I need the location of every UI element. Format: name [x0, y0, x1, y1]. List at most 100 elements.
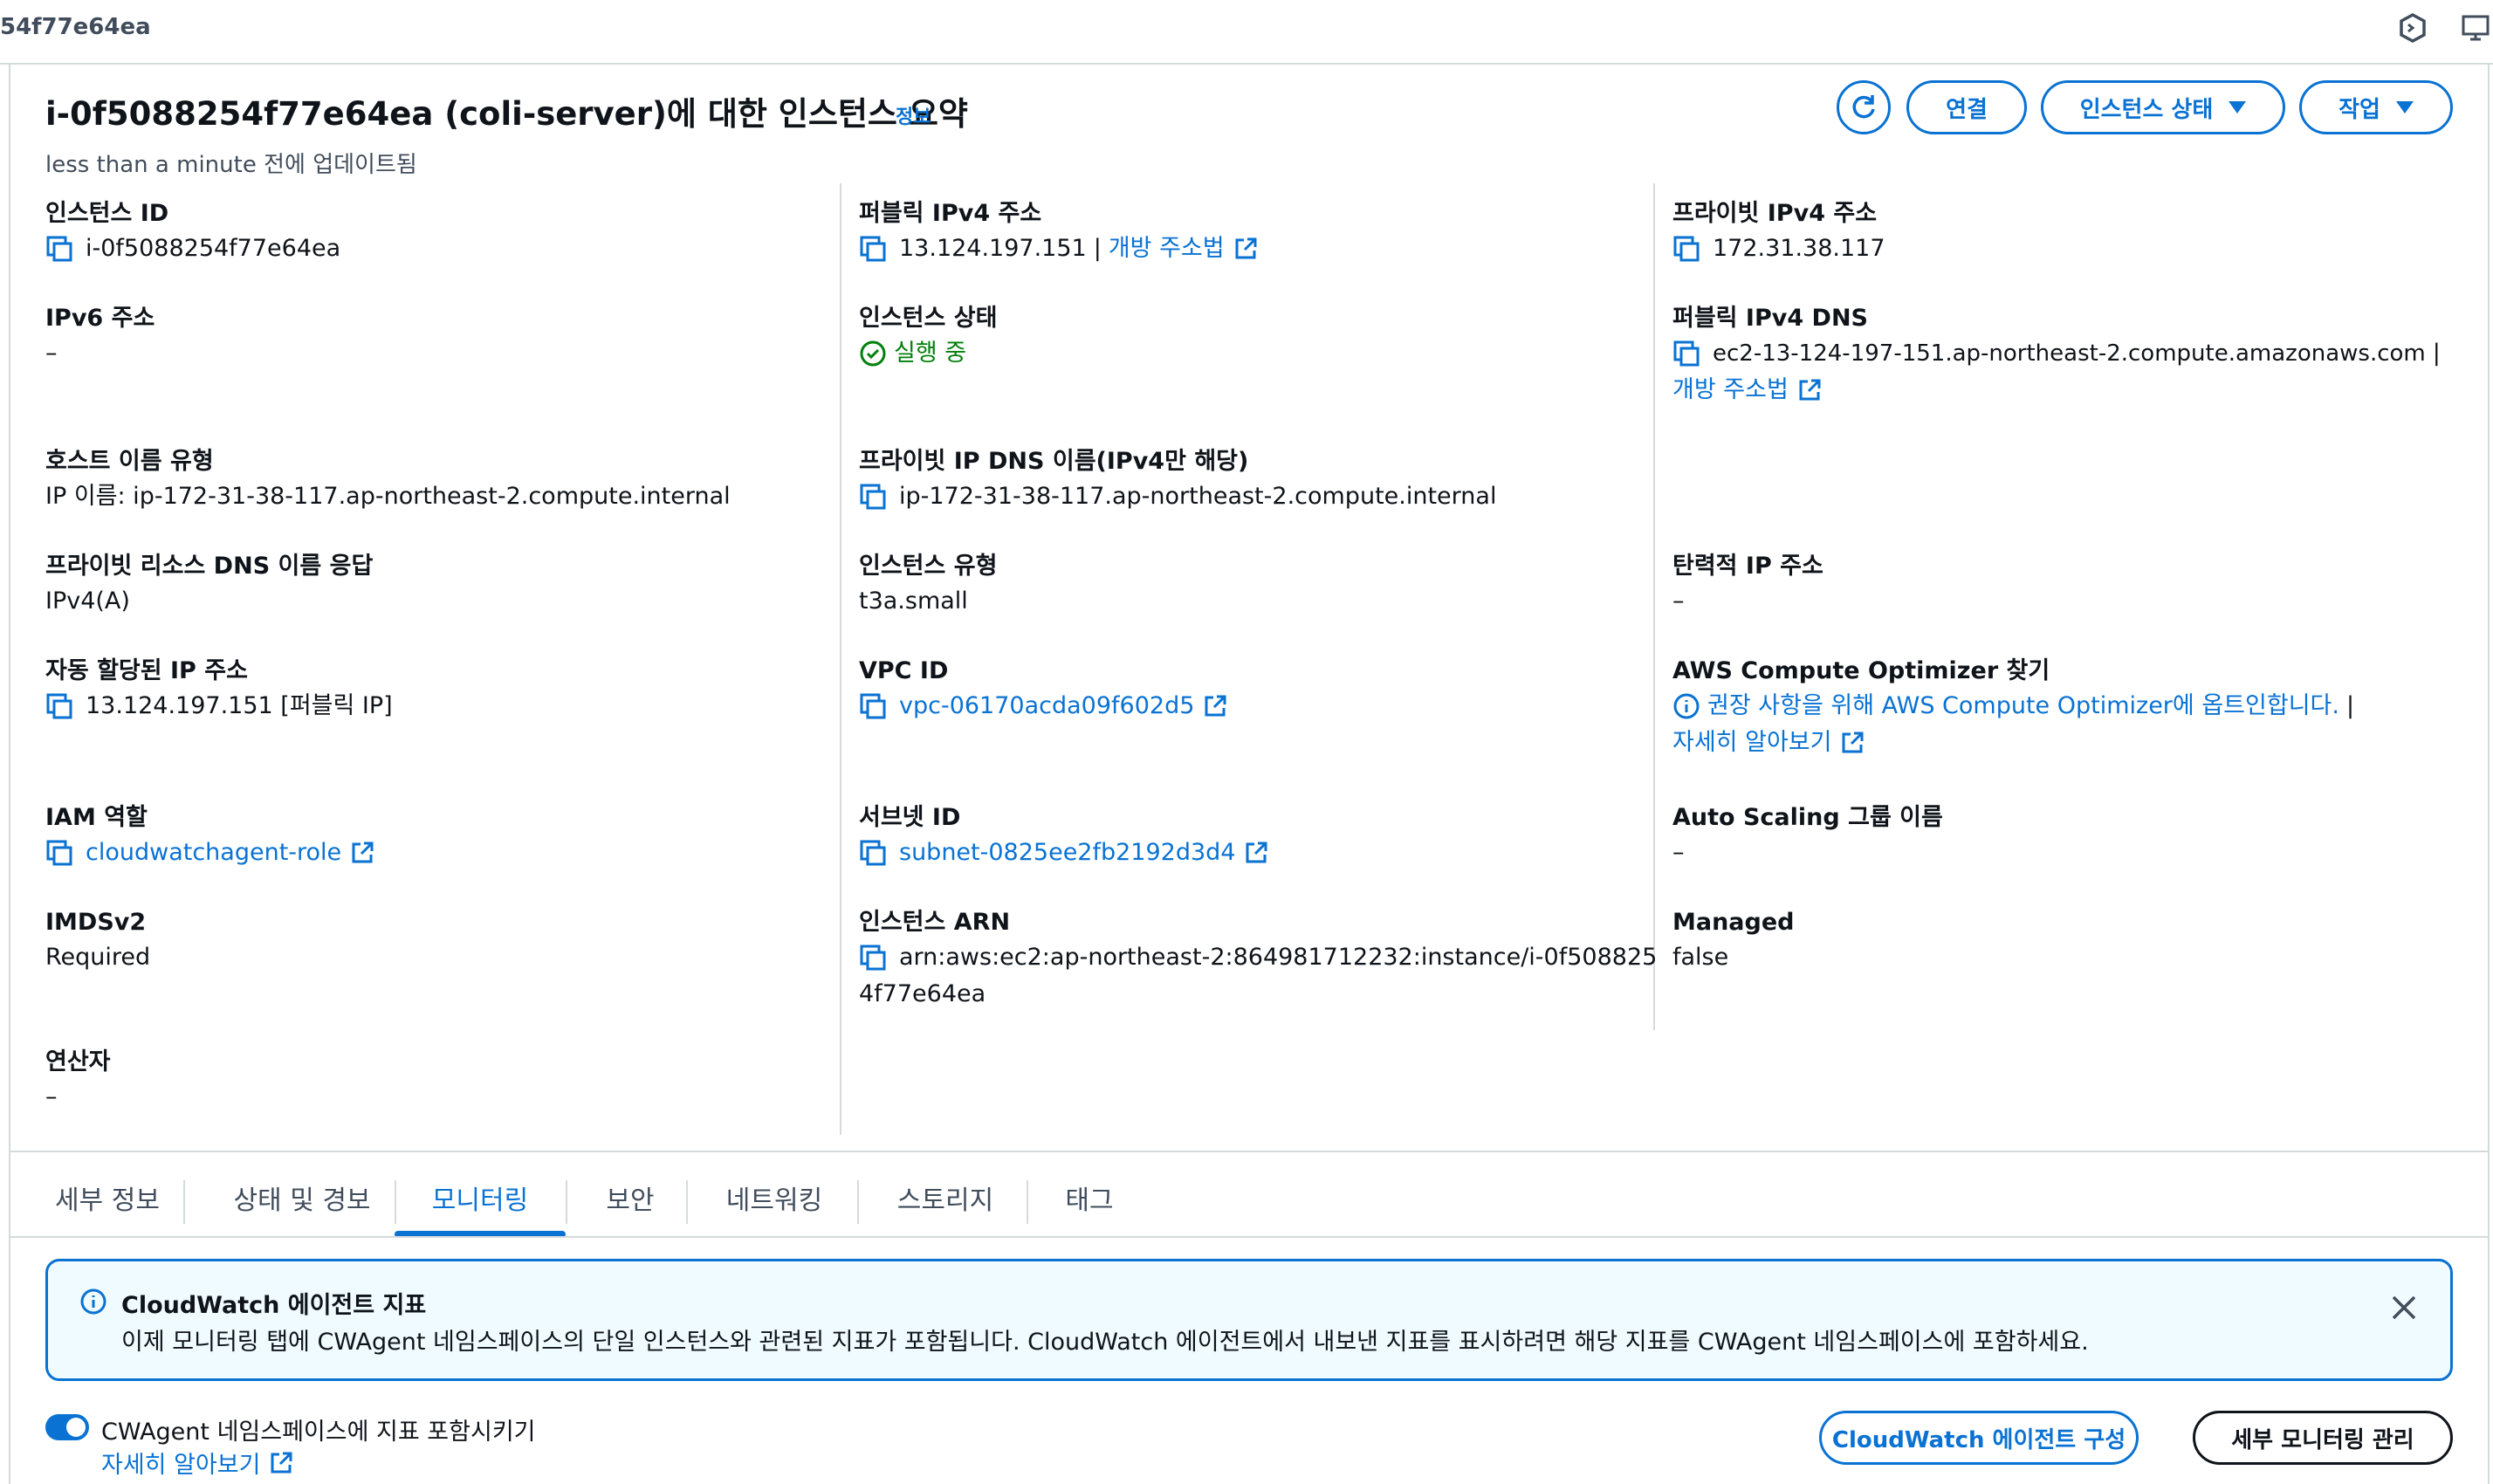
copy-icon[interactable] [859, 692, 887, 720]
column-divider [840, 183, 841, 1135]
field-label: 연산자 [45, 1048, 111, 1075]
actions-label: 작업 [2338, 96, 2380, 123]
subnet-id-link[interactable]: subnet-0825ee2fb2192d3d4 [899, 838, 1235, 868]
actions-dropdown[interactable]: 작업 [2299, 80, 2453, 134]
state-running: 실행 중 [894, 340, 967, 367]
tab-monitoring[interactable]: 모니터링 [395, 1158, 566, 1238]
field-value: t3a.small [859, 587, 968, 615]
field-value-cont: 4f77e64ea [859, 980, 986, 1007]
connect-button[interactable]: 연결 [1906, 80, 2027, 134]
field-private-ipv4: 프라이빗 IPv4 주소 172.31.38.117 [1672, 199, 1885, 264]
tab-separator [183, 1180, 185, 1224]
field-label: 프라이빗 IPv4 주소 [1672, 200, 1878, 227]
field-label: 인스턴스 ID [45, 200, 169, 227]
field-compute-optimizer: AWS Compute Optimizer 찾기 권장 사항을 위해 AWS C… [1672, 656, 2361, 758]
open-address-link[interactable]: 개방 주소법 [1109, 234, 1225, 264]
caret-down-icon [2395, 101, 2414, 113]
cloudwatch-agent-alert: CloudWatch 에이전트 지표 이제 모니터링 탭에 CWAgent 네임… [45, 1259, 2453, 1381]
copy-icon[interactable] [859, 483, 887, 511]
optimizer-opt-in-link[interactable]: 권장 사항을 위해 AWS Compute Optimizer에 옵트인합니다. [1707, 691, 2339, 721]
tab-details[interactable]: 세부 정보 [24, 1158, 190, 1238]
copy-icon[interactable] [859, 235, 887, 263]
cloudshell-icon[interactable] [2397, 12, 2428, 44]
learn-more-link[interactable]: 자세히 알아보기 [101, 1446, 260, 1480]
info-link[interactable]: 정보 [896, 101, 931, 129]
tab-separator [686, 1180, 688, 1224]
close-icon[interactable] [2389, 1293, 2419, 1323]
copy-icon[interactable] [859, 839, 887, 867]
toggle-label: CWAgent 네임스페이스에 지표 포함시키기 [101, 1419, 536, 1446]
field-value: Required [45, 944, 151, 971]
field-label: IMDSv2 [45, 909, 147, 936]
external-link-icon [352, 842, 374, 863]
field-label: 자동 할당된 IP 주소 [45, 657, 248, 684]
tab-status-alarms[interactable]: 상태 및 경보 [206, 1158, 398, 1238]
field-label: VPC ID [859, 657, 949, 684]
learn-more-link[interactable]: 자세히 알아보기 [1672, 728, 1831, 758]
field-value: 172.31.38.117 [1713, 235, 1885, 262]
field-label: 호스트 이름 유형 [45, 448, 214, 475]
tab-separator [566, 1180, 567, 1224]
field-hostname-type: 호스트 이름 유형 IP 이름: ip-172-31-38-117.ap-nor… [45, 447, 731, 512]
field-instance-id: 인스턴스 ID i-0f5088254f77e64ea [45, 199, 340, 264]
external-link-icon [1205, 695, 1226, 717]
field-label: 탄력적 IP 주소 [1672, 553, 1823, 580]
field-ipv6: IPv6 주소 – [45, 304, 155, 368]
field-public-dns: 퍼블릭 IPv4 DNS ec2-13-124-197-151.ap-north… [1672, 304, 2448, 405]
configure-cloudwatch-agent-button[interactable]: CloudWatch 에이전트 구성 [1819, 1411, 2139, 1465]
field-label: 인스턴스 ARN [859, 909, 1011, 936]
tab-networking[interactable]: 네트워킹 [691, 1158, 857, 1238]
copy-icon[interactable] [859, 944, 887, 972]
field-label: 인스턴스 상태 [859, 305, 998, 332]
tab-tags[interactable]: 태그 [1028, 1158, 1150, 1238]
connect-label: 연결 [1946, 96, 1988, 123]
manage-detailed-monitoring-button[interactable]: 세부 모니터링 관리 [2193, 1411, 2453, 1465]
open-address-link[interactable]: 개방 주소법 [1672, 375, 1789, 405]
field-instance-state: 인스턴스 상태 실행 중 [859, 304, 997, 368]
instance-state-dropdown[interactable]: 인스턴스 상태 [2041, 80, 2285, 134]
field-value: false [1672, 944, 1729, 971]
field-label: Auto Scaling 그룹 이름 [1672, 804, 1943, 831]
separator: | [2345, 692, 2355, 719]
copy-icon[interactable] [1672, 340, 1700, 368]
instance-id-fragment: 54f77e64ea [0, 14, 151, 40]
last-updated: less than a minute 전에 업데이트됨 [45, 152, 417, 178]
check-circle-icon [860, 340, 886, 367]
divider [10, 1151, 2488, 1152]
tab-storage[interactable]: 스토리지 [862, 1158, 1028, 1238]
tab-separator [857, 1180, 859, 1224]
toggle-knob [66, 1418, 86, 1437]
learn-more-link-row: 자세히 알아보기 [101, 1446, 293, 1480]
refresh-icon [1852, 95, 1875, 119]
top-bar: 54f77e64ea [0, 0, 2493, 65]
separator: | [2432, 340, 2441, 367]
field-operator: 연산자 – [45, 1048, 111, 1112]
instance-state-label: 인스턴스 상태 [2079, 96, 2214, 123]
field-label: 서브넷 ID [859, 804, 961, 831]
field-value: arn:aws:ec2:ap-northeast-2:864981712232:… [899, 944, 1658, 971]
copy-icon[interactable] [45, 235, 73, 263]
field-label: 퍼블릭 IPv4 주소 [859, 200, 1042, 227]
tab-security[interactable]: 보안 [569, 1158, 691, 1238]
cwagent-namespace-toggle[interactable] [45, 1414, 89, 1440]
field-private-ip-dns: 프라이빗 IP DNS 이름(IPv4만 해당) ip-172-31-38-11… [859, 447, 1496, 512]
vpc-id-link[interactable]: vpc-06170acda09f602d5 [899, 691, 1194, 721]
column-divider [1653, 183, 1655, 1030]
copy-icon[interactable] [1672, 235, 1700, 263]
info-icon [80, 1288, 106, 1315]
field-label: 프라이빗 리소스 DNS 이름 응답 [45, 553, 374, 580]
field-iam-role: IAM 역할 cloudwatchagent-role [45, 803, 374, 868]
iam-role-link[interactable]: cloudwatchagent-role [86, 838, 341, 868]
field-value: – [45, 1083, 58, 1110]
field-value: IPv4(A) [45, 587, 130, 615]
refresh-button[interactable] [1837, 80, 1891, 134]
field-asg-name: Auto Scaling 그룹 이름 – [1672, 803, 1943, 868]
detail-tabs: 세부 정보 상태 및 경보 모니터링 보안 네트워킹 스토리지 태그 [10, 1158, 2488, 1238]
field-value: ip-172-31-38-117.ap-northeast-2.compute.… [899, 483, 1497, 510]
field-label: IAM 역할 [45, 804, 148, 831]
field-value: 13.124.197.151 [899, 235, 1087, 262]
copy-icon[interactable] [45, 692, 73, 720]
field-subnet-id: 서브넷 ID subnet-0825ee2fb2192d3d4 [859, 803, 1268, 868]
screen-icon[interactable] [2460, 12, 2491, 44]
copy-icon[interactable] [45, 839, 73, 867]
